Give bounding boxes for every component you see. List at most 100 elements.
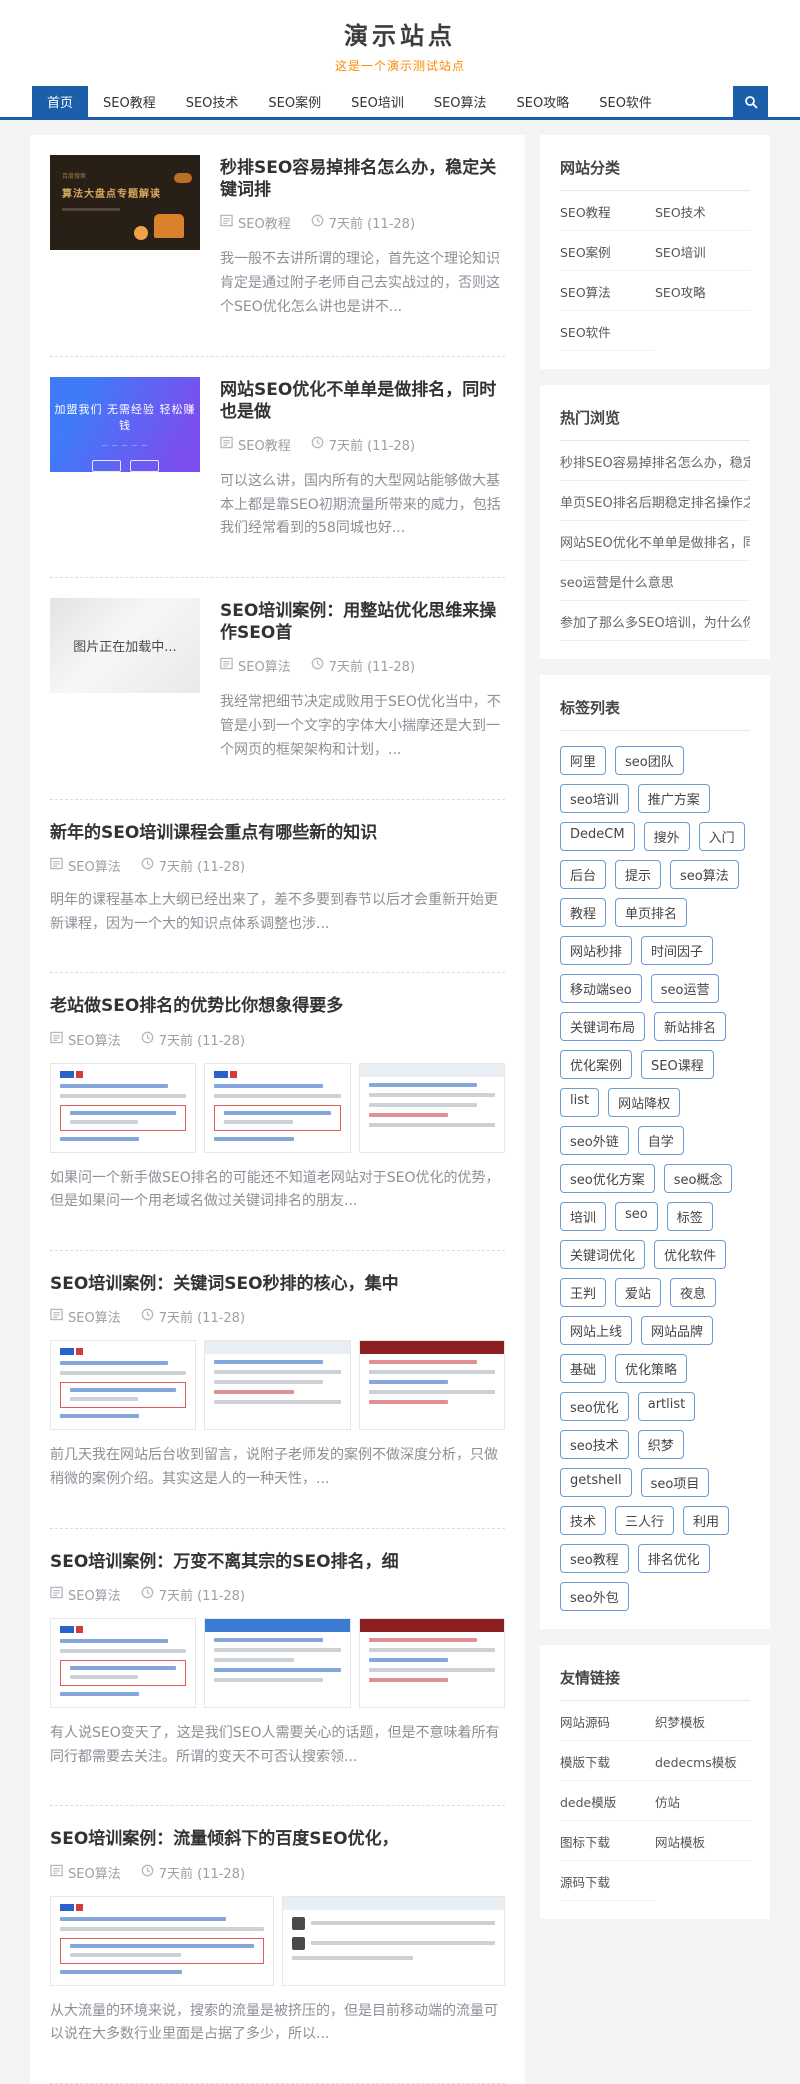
sidebar-category-4[interactable]: SEO算法 xyxy=(560,271,655,311)
tag-37[interactable]: 优化策略 xyxy=(615,1354,687,1383)
nav-item-5[interactable]: SEO算法 xyxy=(419,86,502,117)
friend-link-3[interactable]: dedecms模板 xyxy=(655,1741,750,1781)
tag-0[interactable]: 阿里 xyxy=(560,746,606,775)
tag-22[interactable]: seo外链 xyxy=(560,1126,629,1155)
nav-item-6[interactable]: SEO攻略 xyxy=(502,86,585,117)
nav-item-7[interactable]: SEO软件 xyxy=(584,86,667,117)
tag-10[interactable]: 教程 xyxy=(560,898,606,927)
tag-27[interactable]: seo xyxy=(615,1202,658,1231)
tag-47[interactable]: seo教程 xyxy=(560,1544,629,1573)
tag-17[interactable]: 新站排名 xyxy=(654,1012,726,1041)
tag-1[interactable]: seo团队 xyxy=(615,746,684,775)
tag-18[interactable]: 优化案例 xyxy=(560,1050,632,1079)
tag-20[interactable]: list xyxy=(560,1088,599,1117)
article-category[interactable]: SEO教程 xyxy=(238,435,291,454)
friend-link-4[interactable]: dede模版 xyxy=(560,1781,655,1821)
tag-33[interactable]: 夜息 xyxy=(670,1278,716,1307)
tag-30[interactable]: 优化软件 xyxy=(654,1240,726,1269)
sidebar-category-6[interactable]: SEO软件 xyxy=(560,311,655,351)
article-category[interactable]: SEO算法 xyxy=(68,1585,121,1604)
nav-item-1[interactable]: SEO教程 xyxy=(88,86,171,117)
tag-4[interactable]: DedeCM xyxy=(560,822,635,851)
friend-link-7[interactable]: 网站模板 xyxy=(655,1821,750,1861)
article-time-wrap: 7天前 (11-28) xyxy=(311,435,415,454)
nav-item-3[interactable]: SEO案例 xyxy=(253,86,336,117)
tag-34[interactable]: 网站上线 xyxy=(560,1316,632,1345)
sidebar-category-1[interactable]: SEO技术 xyxy=(655,191,750,231)
sidebar-category-2[interactable]: SEO案例 xyxy=(560,231,655,271)
friend-link-1[interactable]: 织梦模板 xyxy=(655,1701,750,1741)
hot-item-3[interactable]: seo运营是什么意思 xyxy=(560,561,750,601)
tag-11[interactable]: 单页排名 xyxy=(615,898,687,927)
tag-23[interactable]: 自学 xyxy=(638,1126,684,1155)
article-title[interactable]: 老站做SEO排名的优势比你想象得要多 xyxy=(50,995,505,1017)
article-category[interactable]: SEO算法 xyxy=(68,1863,121,1882)
article-category[interactable]: SEO算法 xyxy=(68,1030,121,1049)
tag-3[interactable]: 推广方案 xyxy=(638,784,710,813)
article-thumbnail[interactable]: 百度搜索算法大盘点专题解读 xyxy=(50,155,200,250)
friend-link-2[interactable]: 模版下载 xyxy=(560,1741,655,1781)
nav-item-0[interactable]: 首页 xyxy=(32,86,88,117)
friend-link-6[interactable]: 图标下载 xyxy=(560,1821,655,1861)
tag-28[interactable]: 标签 xyxy=(667,1202,713,1231)
tag-9[interactable]: seo算法 xyxy=(670,860,739,889)
tag-49[interactable]: seo外包 xyxy=(560,1582,629,1611)
tag-21[interactable]: 网站降权 xyxy=(608,1088,680,1117)
tag-19[interactable]: SEO课程 xyxy=(641,1050,714,1079)
tag-43[interactable]: seo项目 xyxy=(641,1468,710,1497)
tag-40[interactable]: seo技术 xyxy=(560,1430,629,1459)
hot-item-1[interactable]: 单页SEO排名后期稳定排名操作之长 xyxy=(560,481,750,521)
nav-item-2[interactable]: SEO技术 xyxy=(171,86,254,117)
tag-26[interactable]: 培训 xyxy=(560,1202,606,1231)
tag-8[interactable]: 提示 xyxy=(615,860,661,889)
tag-44[interactable]: 技术 xyxy=(560,1506,606,1535)
tag-2[interactable]: seo培训 xyxy=(560,784,629,813)
tag-39[interactable]: artlist xyxy=(638,1392,696,1421)
article-title[interactable]: 秒排SEO容易掉排名怎么办，稳定关键词排 xyxy=(220,157,505,201)
article-category[interactable]: SEO算法 xyxy=(238,656,291,675)
tag-41[interactable]: 织梦 xyxy=(638,1430,684,1459)
hot-item-2[interactable]: 网站SEO优化不单单是做排名，同时 xyxy=(560,521,750,561)
nav-item-4[interactable]: SEO培训 xyxy=(336,86,419,117)
tag-12[interactable]: 网站秒排 xyxy=(560,936,632,965)
tag-7[interactable]: 后台 xyxy=(560,860,606,889)
tag-29[interactable]: 关键词优化 xyxy=(560,1240,645,1269)
tag-36[interactable]: 基础 xyxy=(560,1354,606,1383)
tag-31[interactable]: 王判 xyxy=(560,1278,606,1307)
tag-16[interactable]: 关键词布局 xyxy=(560,1012,645,1041)
article-category[interactable]: SEO算法 xyxy=(68,856,121,875)
article-title[interactable]: SEO培训案例：关键词SEO秒排的核心，集中 xyxy=(50,1273,505,1295)
tag-48[interactable]: 排名优化 xyxy=(638,1544,710,1573)
article-title[interactable]: SEO培训案例：万变不离其宗的SEO排名，细 xyxy=(50,1551,505,1573)
article-category[interactable]: SEO教程 xyxy=(238,213,291,232)
hot-item-4[interactable]: 参加了那么多SEO培训，为什么你还 xyxy=(560,601,750,641)
article-thumbnail[interactable]: 图片正在加载中... xyxy=(50,598,200,693)
tag-5[interactable]: 搜外 xyxy=(644,822,690,851)
article-title[interactable]: 网站SEO优化不单单是做排名，同时也是做 xyxy=(220,379,505,423)
tag-25[interactable]: seo概念 xyxy=(664,1164,733,1193)
tag-15[interactable]: seo运营 xyxy=(651,974,720,1003)
article-category[interactable]: SEO算法 xyxy=(68,1307,121,1326)
sidebar-category-0[interactable]: SEO教程 xyxy=(560,191,655,231)
tag-42[interactable]: getshell xyxy=(560,1468,632,1497)
tag-35[interactable]: 网站品牌 xyxy=(641,1316,713,1345)
tag-13[interactable]: 时间因子 xyxy=(641,936,713,965)
friend-link-5[interactable]: 仿站 xyxy=(655,1781,750,1821)
tag-14[interactable]: 移动端seo xyxy=(560,974,642,1003)
article-title[interactable]: SEO培训案例：流量倾斜下的百度SEO优化， xyxy=(50,1828,505,1850)
friend-link-0[interactable]: 网站源码 xyxy=(560,1701,655,1741)
search-button[interactable] xyxy=(733,86,768,117)
tag-32[interactable]: 爱站 xyxy=(615,1278,661,1307)
article-title[interactable]: 新年的SEO培训课程会重点有哪些新的知识 xyxy=(50,822,505,844)
friend-link-8[interactable]: 源码下载 xyxy=(560,1861,655,1901)
tag-24[interactable]: seo优化方案 xyxy=(560,1164,655,1193)
tag-38[interactable]: seo优化 xyxy=(560,1392,629,1421)
sidebar-category-3[interactable]: SEO培训 xyxy=(655,231,750,271)
tag-45[interactable]: 三人行 xyxy=(615,1506,674,1535)
sidebar-category-5[interactable]: SEO攻略 xyxy=(655,271,750,311)
tag-46[interactable]: 利用 xyxy=(683,1506,729,1535)
tag-6[interactable]: 入门 xyxy=(699,822,745,851)
article-title[interactable]: SEO培训案例：用整站优化思维来操作SEO首 xyxy=(220,600,505,644)
hot-item-0[interactable]: 秒排SEO容易掉排名怎么办，稳定关 xyxy=(560,441,750,481)
article-thumbnail[interactable]: 加盟我们 无需经验 轻松赚钱— — — — — xyxy=(50,377,200,472)
